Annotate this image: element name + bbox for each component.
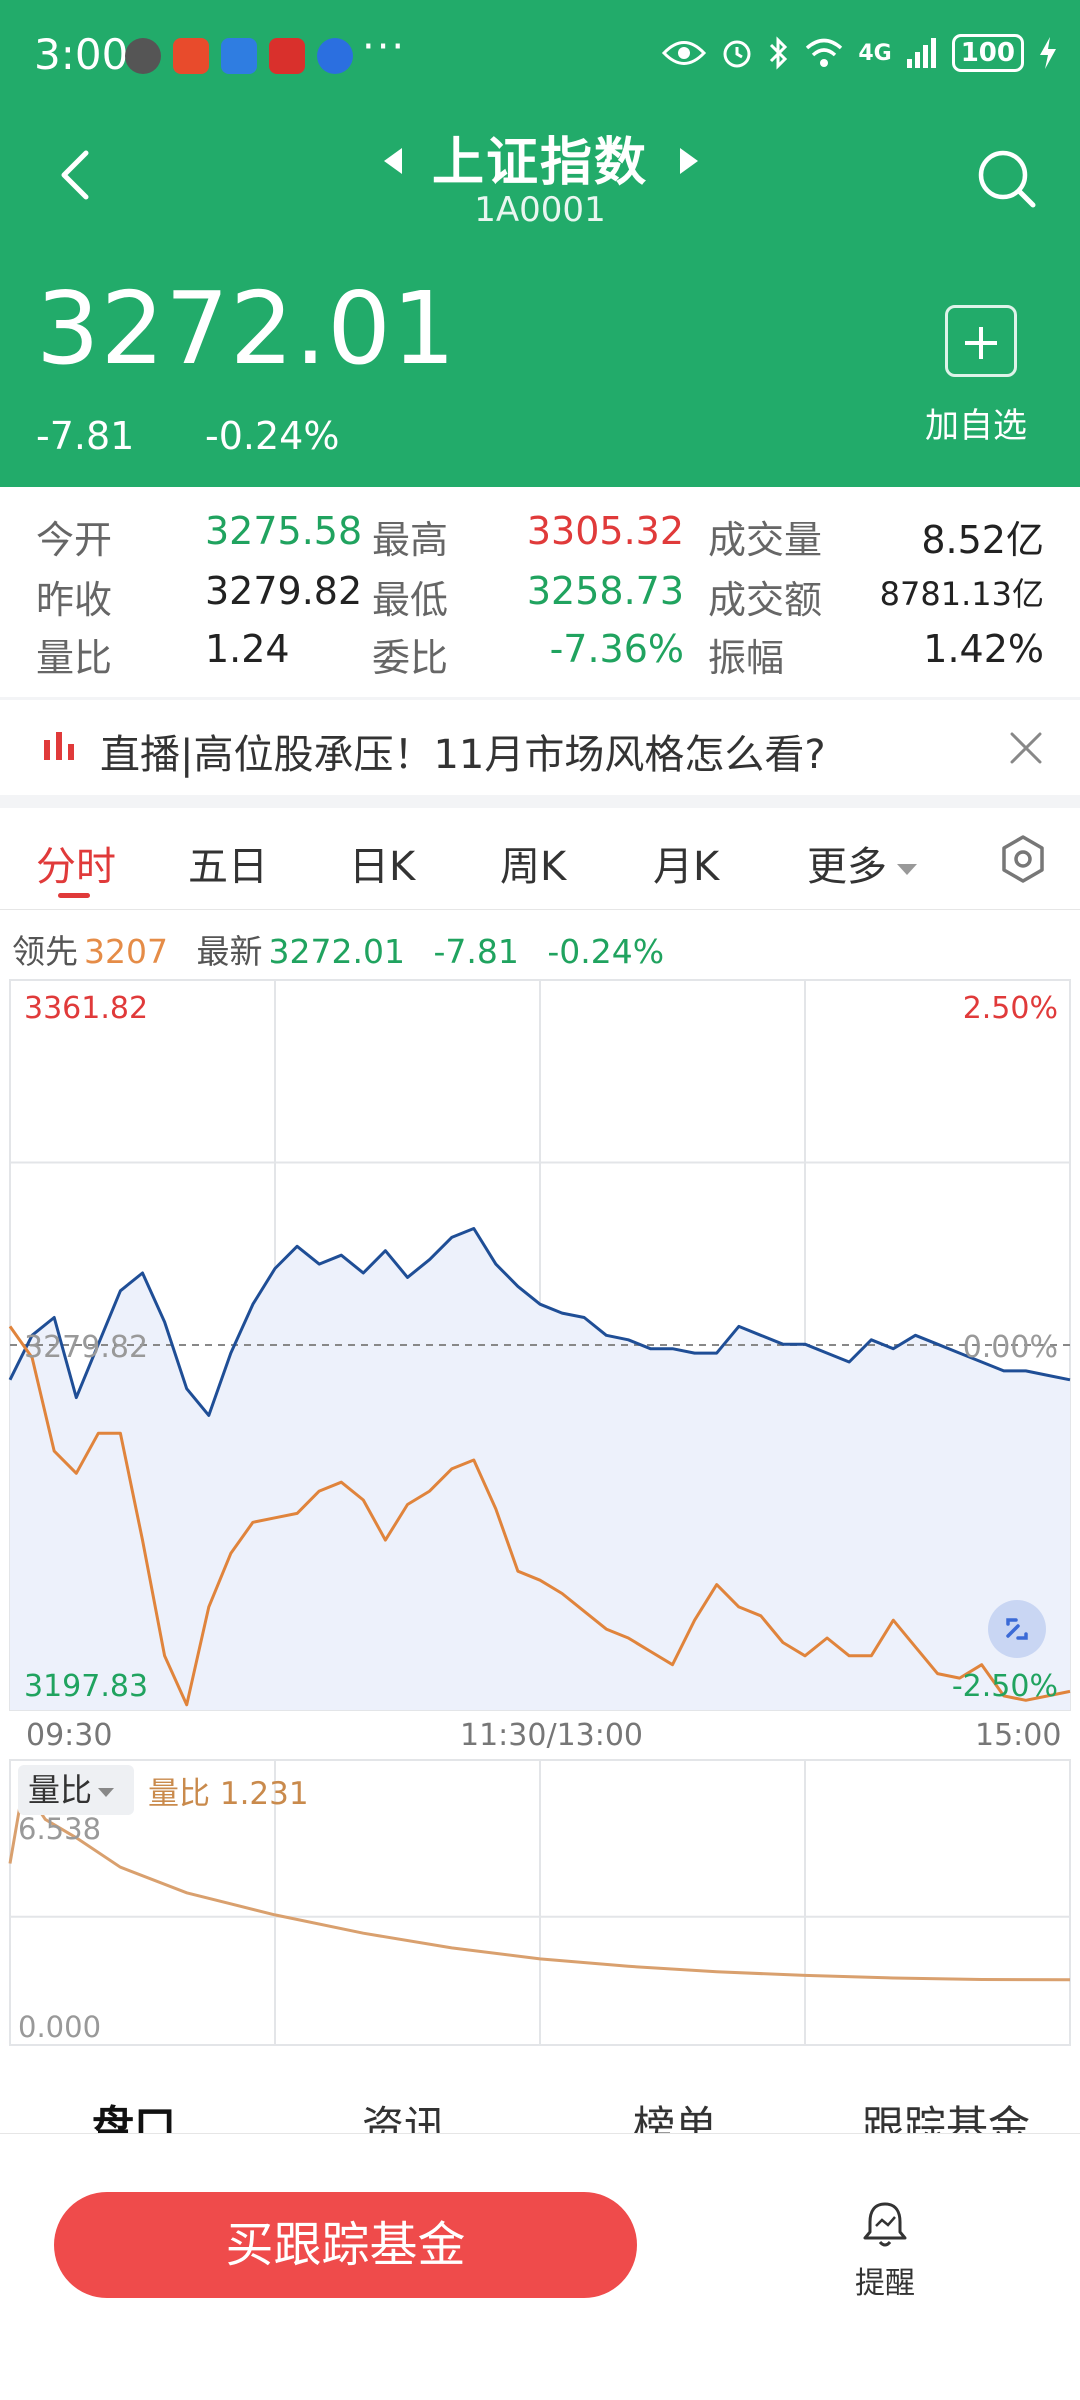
y-axis-label: 6.538 (18, 1812, 101, 1846)
latest-change: -7.81 (433, 932, 519, 971)
chart-tabs: 分时 五日 日K 周K 月K 更多 (0, 808, 1080, 910)
y-axis-label: 3279.82 (24, 1330, 148, 1365)
more-notifications-icon: ··· (362, 24, 407, 70)
system-icons: 4G 100 (662, 34, 1058, 72)
x-tick-label: 11:30/13:00 (460, 1718, 644, 1753)
stat-label: 成交量 (708, 518, 823, 562)
tab-more-label: 更多 (807, 844, 887, 890)
y-axis-label: 3361.82 (24, 991, 148, 1026)
expand-arrows-icon (1006, 1618, 1028, 1640)
stats-grid: 今开 3275.58 最高 3305.32 成交量 8.52亿昨收 3279.82 最低 325… (0, 487, 1080, 697)
tab-monthly-k[interactable]: 月K (653, 834, 719, 892)
intraday-price-chart[interactable]: 3361.82 3279.82 3197.83 2.50% 0.00% -2.50% (0, 975, 1080, 1755)
buy-tracking-fund-button[interactable]: 买跟踪基金 (54, 2192, 637, 2298)
tab-news[interactable]: 资讯 (362, 2093, 446, 2135)
remind-label[interactable]: 提醒 (855, 2258, 915, 2302)
tab-five-day[interactable]: 五日 (188, 834, 268, 892)
tab-more[interactable]: 更多 (807, 834, 917, 892)
status-bar: 3:00 ··· 4G 100 (0, 0, 1080, 115)
price-change-percent: -0.24% (205, 414, 340, 458)
stat-value: 1.24 (205, 627, 290, 671)
bell-alert-icon[interactable] (862, 2200, 908, 2250)
stat-value: -7.36% (549, 627, 684, 671)
indicator-dropdown[interactable]: 量比 (18, 1765, 134, 1815)
current-price: 3272.01 (36, 270, 457, 387)
indicator-dropdown-label: 量比 (28, 1771, 93, 1809)
red-app-icon (173, 38, 209, 74)
stat-label: 今开 (36, 518, 113, 562)
tab-order-book[interactable]: 盘口 (92, 2093, 176, 2135)
stat-label: 最高 (372, 518, 449, 562)
y-axis-pct-label: 2.50% (963, 991, 1058, 1026)
settings-icon[interactable] (998, 834, 1048, 884)
tab-weekly-k[interactable]: 周K (500, 834, 566, 892)
lead-label: 领先 (12, 932, 78, 971)
stat-value: 3305.32 (526, 509, 684, 553)
signal-icon (906, 38, 936, 68)
active-tab-indicator (58, 893, 90, 898)
charging-icon (1040, 37, 1056, 69)
add-watchlist-button[interactable] (945, 305, 1017, 377)
next-stock-icon[interactable] (680, 148, 698, 174)
stat-value: 3258.73 (526, 569, 684, 613)
status-time: 3:00 (34, 30, 129, 79)
stat-label: 委比 (372, 636, 449, 680)
stat-label: 振幅 (708, 636, 785, 680)
stat-value: 3279.82 (205, 569, 363, 613)
avatar-app-icon (125, 38, 161, 74)
notification-icons (125, 38, 353, 74)
y-axis-label: 3197.83 (24, 1669, 148, 1704)
battery-indicator: 100 (951, 34, 1024, 72)
search-icon[interactable] (975, 147, 1039, 211)
live-banner[interactable]: 直播|高位股承压！11月市场风格怎么看? (0, 700, 1080, 795)
red-news-app-icon (269, 38, 305, 74)
volume-ratio-value: 量比 1.231 (148, 1776, 309, 1812)
close-icon[interactable] (1006, 728, 1046, 768)
add-watchlist-label[interactable]: 加自选 (925, 398, 1027, 447)
tab-intraday[interactable]: 分时 (36, 834, 116, 892)
alarm-icon (723, 40, 751, 68)
stat-label: 最低 (372, 578, 449, 622)
stat-value: 3275.58 (205, 509, 363, 553)
latest-label: 最新 (196, 932, 263, 971)
blue-audio-app-icon (221, 38, 257, 74)
expand-icon[interactable] (988, 1600, 1046, 1658)
divider (0, 795, 1080, 809)
eye-icon (662, 41, 707, 65)
bluetooth-icon (770, 36, 788, 70)
stat-label: 量比 (36, 636, 113, 680)
chevron-down-icon (98, 1787, 115, 1797)
tab-daily-k[interactable]: 日K (349, 834, 415, 892)
wifi-icon (806, 38, 843, 67)
page-title: 上证指数 (431, 133, 648, 193)
chart-info-line: 领先 3207 最新 3272.01 -7.81 -0.24% (12, 925, 682, 973)
latest-value: 3272.01 (268, 932, 405, 971)
price-change: -7.81 (36, 414, 135, 458)
stat-value: 8781.13亿 (879, 575, 1044, 613)
tab-ranking[interactable]: 榜单 (633, 2093, 717, 2135)
header: 3:00 ··· 4G 100 上证指数 1A0001 3272.01 -7.8… (0, 0, 1080, 487)
latest-change-percent: -0.24% (547, 932, 665, 971)
y-axis-pct-label: -2.50% (952, 1669, 1058, 1704)
y-axis-label: 0.000 (18, 2010, 101, 2044)
live-bars-icon (44, 732, 74, 760)
stat-label: 成交额 (708, 578, 823, 622)
network-type: 4G (858, 40, 892, 66)
lead-value: 3207 (84, 932, 168, 971)
stat-value: 8.52亿 (921, 518, 1044, 562)
chevron-down-icon (897, 863, 917, 875)
stat-label: 昨收 (36, 578, 113, 622)
x-tick-label: 15:00 (975, 1718, 1062, 1753)
banner-text[interactable]: 直播|高位股承压！11月市场风格怎么看? (100, 722, 826, 780)
stat-value: 1.42% (923, 627, 1044, 671)
detail-tabs: 盘口 资讯 榜单 跟踪基金 (0, 2055, 1080, 2135)
tab-tracking-funds[interactable]: 跟踪基金 (862, 2093, 1030, 2135)
y-axis-pct-label: 0.00% (963, 1330, 1058, 1365)
blue-compass-app-icon (317, 38, 353, 74)
stock-code: 1A0001 (474, 190, 606, 230)
x-tick-label: 09:30 (26, 1718, 113, 1753)
